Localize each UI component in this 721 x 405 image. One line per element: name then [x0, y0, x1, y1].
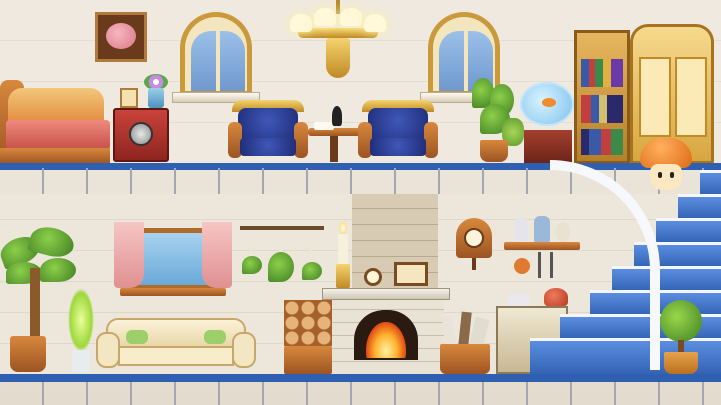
- fireplace[interactable]: [322, 288, 450, 374]
- hanging-plants: [240, 222, 324, 292]
- small-photo-frame: [120, 88, 138, 108]
- mushroom-eye-left-icon: [658, 172, 662, 178]
- goldfish-bowl[interactable]: [520, 82, 576, 164]
- flower-vase: [142, 74, 170, 108]
- glowing-plant: [64, 288, 98, 374]
- orange-mushroom-character[interactable]: [640, 138, 692, 192]
- pig-icon: [106, 23, 136, 49]
- fire-icon: [366, 322, 406, 358]
- cream-sofa[interactable]: [96, 318, 256, 374]
- art-supplies-basket: [438, 311, 494, 374]
- bookshelf[interactable]: [574, 30, 630, 164]
- safe[interactable]: [113, 108, 169, 162]
- game-scene: [0, 0, 721, 405]
- goldfish-icon: [542, 98, 556, 107]
- ink-quill-icon: [332, 106, 342, 126]
- candle: [336, 222, 350, 288]
- cuckoo-clock[interactable]: [456, 210, 492, 270]
- picture-frames: [364, 262, 430, 288]
- clock-face-icon: [464, 228, 484, 248]
- chandelier: [288, 0, 388, 80]
- potted-plant-upper: [466, 78, 526, 164]
- mushroom-eye-right-icon: [670, 172, 674, 178]
- pig-portrait-frame[interactable]: [95, 12, 147, 62]
- safe-dial-icon: [129, 122, 153, 146]
- blue-armchair-right[interactable]: [358, 100, 438, 164]
- lower-floor-trim: [0, 374, 721, 382]
- blue-armchair-left[interactable]: [228, 100, 308, 164]
- curtained-window: [114, 222, 232, 298]
- writing-desk[interactable]: [308, 106, 360, 164]
- bed[interactable]: [0, 60, 110, 164]
- lower-floor: [0, 382, 721, 405]
- arched-window-left: [180, 12, 252, 96]
- topiary-plant: [656, 300, 706, 374]
- firewood-stack[interactable]: [284, 300, 332, 374]
